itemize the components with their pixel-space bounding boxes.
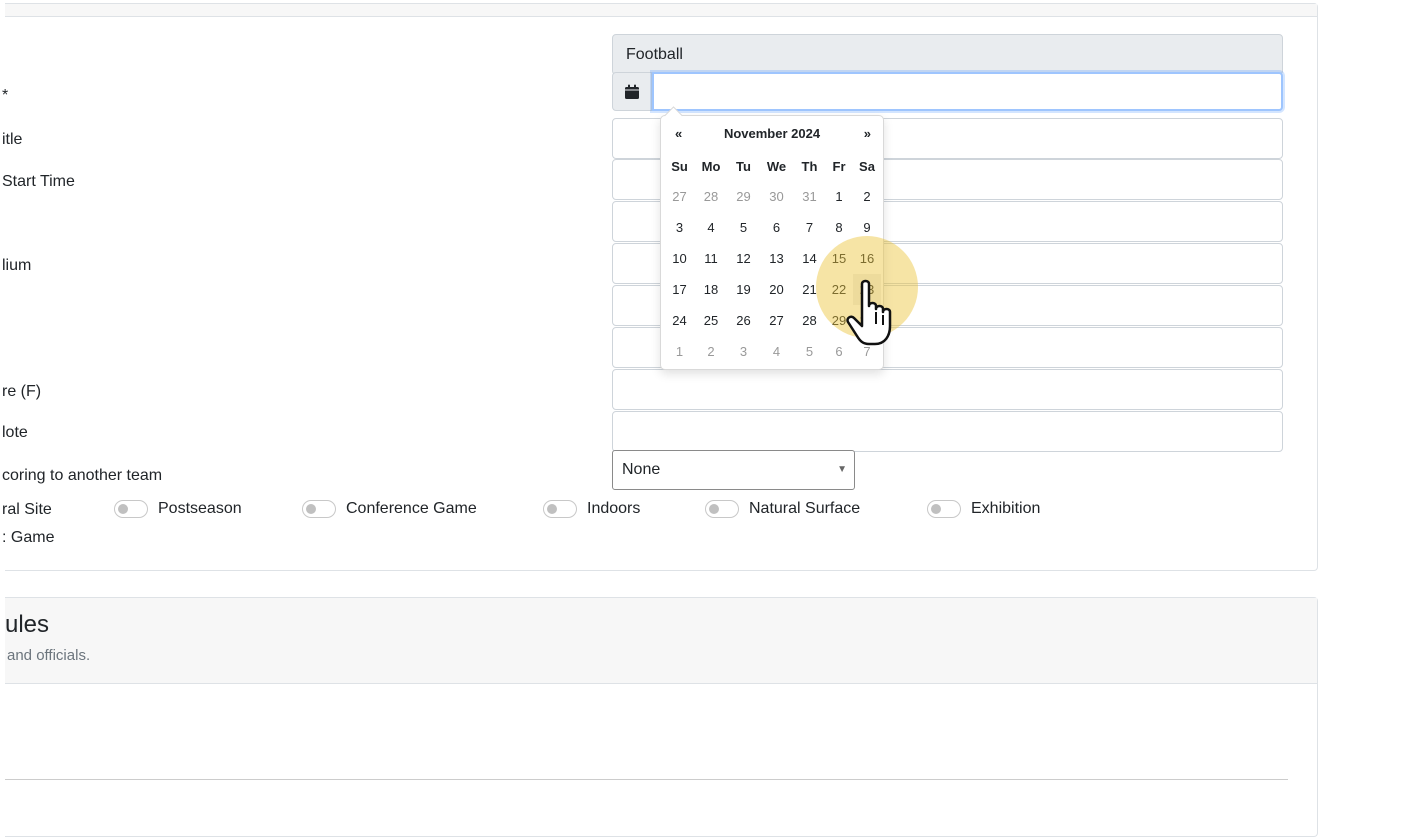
toggle-label: Exhibition <box>971 500 1041 517</box>
calendar-day[interactable]: 10 <box>665 243 694 274</box>
switch-icon <box>543 500 577 518</box>
calendar-week: 27 28 29 30 31 1 2 <box>665 181 881 212</box>
scoring-team-select[interactable]: None ▼ <box>612 450 855 490</box>
switch-icon <box>927 500 961 518</box>
calendar-day[interactable]: 6 <box>759 212 794 243</box>
calendar-day[interactable]: 12 <box>728 243 759 274</box>
month-title[interactable]: November 2024 <box>661 126 883 141</box>
stadium-label: lium <box>2 257 32 274</box>
temperature-input[interactable] <box>612 369 1283 410</box>
calendar-day[interactable]: 7 <box>794 212 825 243</box>
calendar-day[interactable]: 31 <box>794 181 825 212</box>
calendar-day[interactable]: 18 <box>694 274 728 305</box>
calendar-day[interactable]: 5 <box>728 212 759 243</box>
calendar-day[interactable]: 17 <box>665 274 694 305</box>
date-label: * <box>2 87 9 104</box>
weekday: Tu <box>736 159 751 174</box>
switch-icon <box>114 500 148 518</box>
calendar-icon <box>625 84 639 99</box>
calendar-day[interactable]: 26 <box>728 305 759 336</box>
calendar-day[interactable]: 2 <box>853 181 881 212</box>
calendar-day[interactable]: 30 <box>759 181 794 212</box>
toggle-postseason[interactable]: Postseason <box>114 499 242 519</box>
toggle-label: Indoors <box>587 500 641 517</box>
toggle-indoors[interactable]: Indoors <box>543 499 640 519</box>
toggle-exhibition[interactable]: Exhibition <box>927 499 1040 519</box>
calendar-day[interactable]: 1 <box>825 181 853 212</box>
rules-card-header: ules and officials. <box>5 598 1317 684</box>
rules-title: ules <box>5 611 50 638</box>
note-input[interactable] <box>612 411 1283 452</box>
calendar-day[interactable]: 29 <box>728 181 759 212</box>
hand-pointer-icon <box>846 279 892 346</box>
calendar-day[interactable]: 25 <box>694 305 728 336</box>
calendar-day[interactable]: 5 <box>794 336 825 367</box>
temperature-label: re (F) <box>2 383 42 400</box>
toggle-label: Postseason <box>158 500 242 517</box>
toggle-conference-game[interactable]: Conference Game <box>302 499 477 519</box>
calendar-day[interactable]: 4 <box>694 212 728 243</box>
calendar-day[interactable]: 27 <box>759 305 794 336</box>
toggle-label: Natural Surface <box>749 500 861 517</box>
next-month-button[interactable]: » <box>864 126 871 141</box>
calendar-day[interactable]: 19 <box>728 274 759 305</box>
start-time-label: Start Time <box>2 173 75 190</box>
divider <box>5 779 1288 780</box>
calendar-day[interactable]: 27 <box>665 181 694 212</box>
calendar-day[interactable]: 13 <box>759 243 794 274</box>
calendar-day[interactable]: 3 <box>728 336 759 367</box>
calendar-day[interactable]: 3 <box>665 212 694 243</box>
date-input-group <box>612 72 1283 113</box>
toggle-label: Conference Game <box>346 500 477 517</box>
calendar-addon[interactable] <box>612 72 652 111</box>
scoring-label: coring to another team <box>2 467 163 484</box>
rules-subtitle: and officials. <box>7 647 91 664</box>
caret-down-icon: ▼ <box>837 464 847 475</box>
weekday: Sa <box>859 159 875 174</box>
sport-field: Football <box>612 34 1283 75</box>
calendar-day[interactable]: 20 <box>759 274 794 305</box>
toggle-natural-surface[interactable]: Natural Surface <box>705 499 860 519</box>
select-value: None <box>622 461 661 478</box>
calendar-day[interactable]: 1 <box>665 336 694 367</box>
title-label: itle <box>2 131 23 148</box>
weekday-header: Su Mo Tu We Th Fr Sa <box>665 152 881 181</box>
neutral-site-label: ral Site <box>2 501 52 518</box>
note-label: lote <box>2 424 28 441</box>
calendar-day[interactable]: 2 <box>694 336 728 367</box>
rules-card: ules and officials. <box>5 597 1318 837</box>
switch-icon <box>705 500 739 518</box>
game-label: : Game <box>2 529 55 546</box>
weekday: Mo <box>701 159 721 174</box>
weekday: Th <box>801 159 818 174</box>
calendar-day[interactable]: 11 <box>694 243 728 274</box>
calendar-day[interactable]: 24 <box>665 305 694 336</box>
card-top-bar <box>5 4 1317 17</box>
calendar-day[interactable]: 28 <box>694 181 728 212</box>
weekday: We <box>766 159 787 174</box>
weekday: Su <box>671 159 688 174</box>
switch-icon <box>302 500 336 518</box>
date-input[interactable] <box>652 72 1283 111</box>
weekday: Fr <box>832 159 846 174</box>
calendar-day[interactable]: 4 <box>759 336 794 367</box>
